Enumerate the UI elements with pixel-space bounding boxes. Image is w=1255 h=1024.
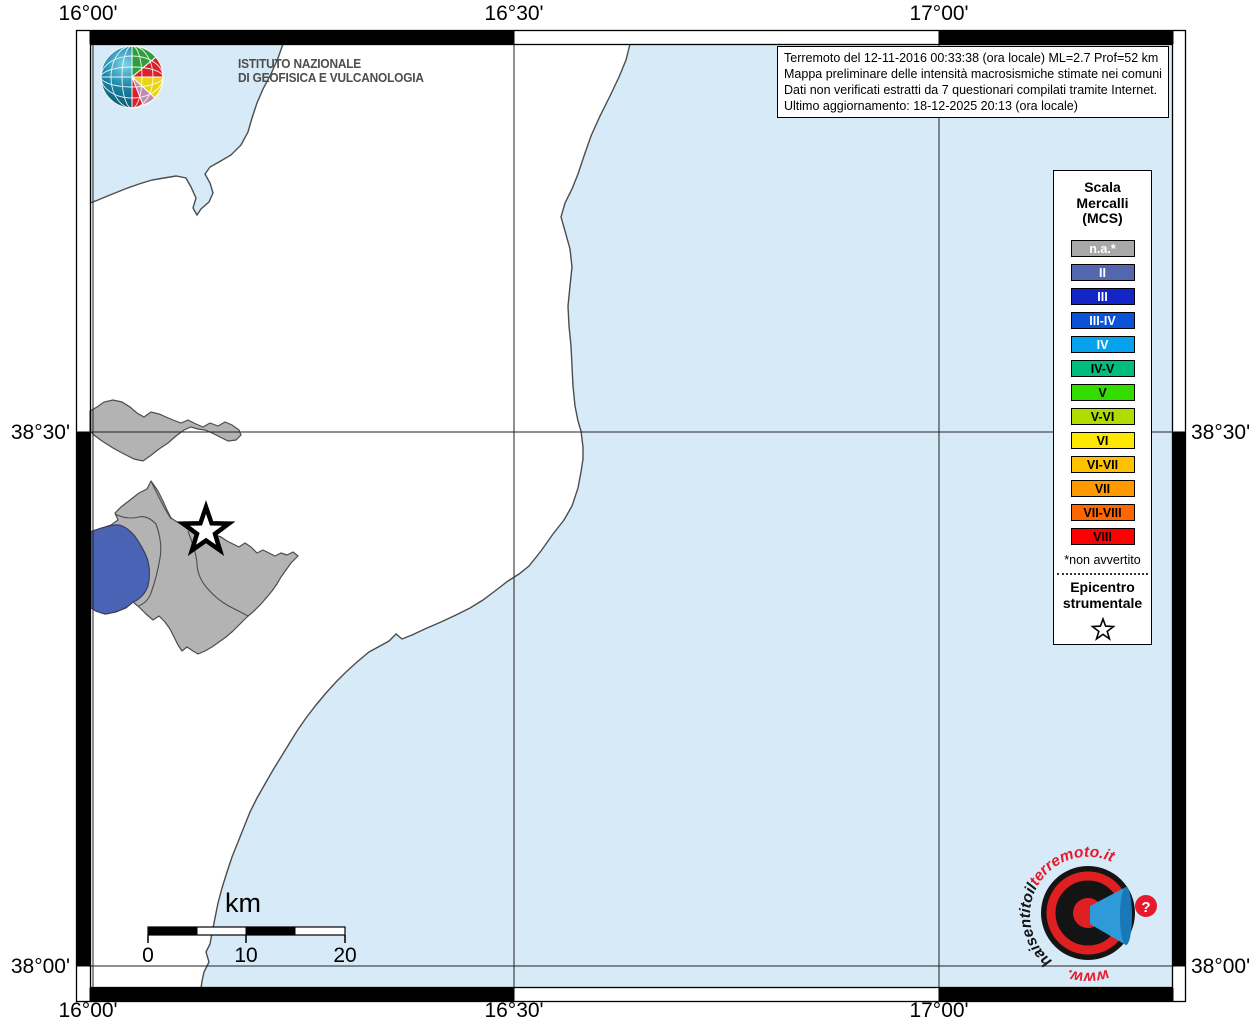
axis-label-top-17-00: 17°00': [909, 2, 969, 25]
legend-item-iii: III: [1070, 287, 1135, 305]
ingv-logo-icon: [100, 45, 164, 109]
haisentitoilterremoto-logo: ? haisentitoilterremoto.it www.: [1017, 844, 1157, 986]
axis-label-right-38-30: 38°30': [1191, 421, 1251, 444]
axis-label-bottom-16-00: 16°00': [58, 999, 118, 1022]
ingv-logo-text: ISTITUTO NAZIONALE DI GEOFISICA E VULCAN…: [238, 57, 424, 85]
macroseismic-map-page: 16°00' 16°30' 17°00' 16°00' 16°30' 17°00…: [0, 0, 1255, 1024]
legend-item-vi-vii: VI-VII: [1070, 455, 1135, 473]
info-line-updated: Ultimo aggiornamento: 18-12-2025 20:13 (…: [784, 99, 1078, 113]
legend-item-vii-viii: VII-VIII: [1070, 503, 1135, 521]
legend-color-scale: n.a.* II III III-IV IV IV-V V V-VI VI VI-VII VII VI…: [1054, 227, 1151, 545]
legend-item-n-a-: n.a.*: [1070, 239, 1135, 257]
legend-epicenter-line1: Epicentro: [1070, 578, 1135, 595]
legend-item-iii-iv: III-IV: [1070, 311, 1135, 329]
info-line-map: Mappa preliminare delle intensità macros…: [784, 67, 1162, 81]
legend-item-iv: IV: [1070, 335, 1135, 353]
legend-title-line1: Scala: [1084, 179, 1121, 195]
axis-label-bottom-16-30: 16°30': [484, 999, 544, 1022]
watermark-www-text: www.: [1064, 966, 1110, 986]
scale-bar-unit: km: [225, 888, 261, 918]
question-badge-icon: ?: [1135, 895, 1157, 917]
scale-tick-10: 10: [234, 944, 258, 967]
legend-item-iv-v: IV-V: [1070, 359, 1135, 377]
legend-title: Scala Mercalli (MCS): [1054, 171, 1151, 227]
axis-label-top-16-30: 16°30': [484, 2, 544, 25]
earthquake-info-box: Terremoto del 12-11-2016 00:33:38 (ora l…: [777, 46, 1169, 118]
ingv-logo-line1: ISTITUTO NAZIONALE: [238, 57, 362, 71]
mercalli-legend: Scala Mercalli (MCS) n.a.* II III III-IV IV I…: [1053, 170, 1152, 645]
legend-title-line3: (MCS): [1082, 210, 1123, 226]
legend-item-v-vi: V-VI: [1070, 407, 1135, 425]
axis-label-bottom-17-00: 17°00': [909, 999, 969, 1022]
legend-epicenter-line2: strumentale: [1062, 594, 1143, 611]
axis-label-left-38-00: 38°00': [10, 955, 70, 978]
legend-item-v: V: [1070, 383, 1135, 401]
legend-item-vi: VI: [1070, 431, 1135, 449]
scale-tick-0: 0: [142, 944, 154, 967]
legend-divider: [1057, 572, 1148, 575]
info-line-event: Terremoto del 12-11-2016 00:33:38 (ora l…: [784, 51, 1159, 65]
axis-label-left-38-30: 38°30': [10, 421, 70, 444]
legend-item-vii: VII: [1070, 479, 1135, 497]
axis-label-right-38-00: 38°00': [1191, 955, 1251, 978]
info-line-data: Dati non verificati estratti da 7 questi…: [784, 83, 1158, 97]
legend-footnote: *non avvertito: [1064, 552, 1141, 567]
legend-item-viii: VIII: [1070, 527, 1135, 545]
epicenter-star-icon: [1089, 616, 1116, 641]
ingv-logo-line2: DI GEOFISICA E VULCANOLOGIA: [238, 71, 424, 85]
question-badge-glyph: ?: [1141, 899, 1150, 916]
axis-label-top-16-00: 16°00': [58, 2, 118, 25]
scale-tick-20: 20: [333, 944, 357, 967]
legend-item-ii: II: [1070, 263, 1135, 281]
legend-title-line2: Mercalli: [1076, 194, 1129, 211]
